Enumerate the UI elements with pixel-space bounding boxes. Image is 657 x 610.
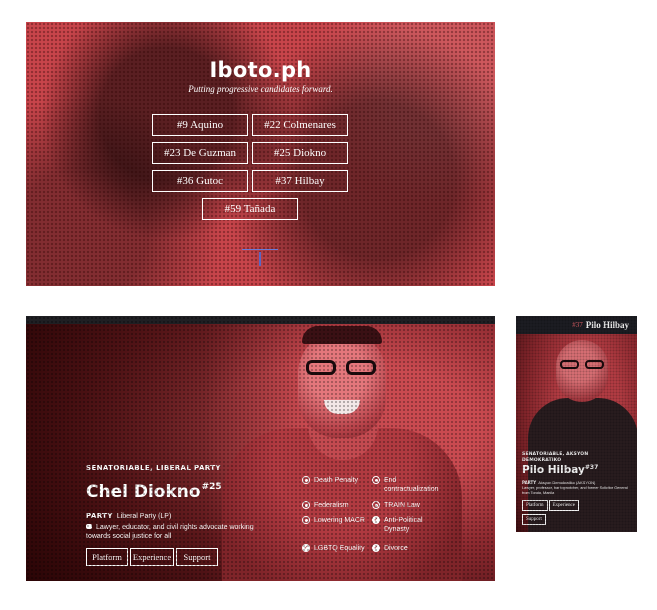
hero-section: Iboto.ph Putting progressive candidates … — [26, 22, 495, 286]
scroll-indicator-bar — [242, 249, 278, 250]
mobile-tab-experience[interactable]: Experience — [548, 500, 579, 511]
issue-label: LGBTQ Equality — [314, 545, 365, 552]
candidate-description-text: Lawyer, educator, and civil rights advoc… — [86, 524, 254, 540]
issue-label: Lowering MACR — [314, 517, 365, 524]
scroll-indicator-arrow-icon — [259, 252, 261, 266]
issue-death-penalty: Death Penalty — [302, 476, 372, 485]
candidate-button-gutoc[interactable]: #36 Gutoc — [152, 170, 248, 192]
tab-experience[interactable]: Experience — [130, 548, 174, 566]
check-icon: ✓ — [372, 516, 380, 524]
issue-label: End contractualization — [384, 477, 439, 493]
issue-end-contractualization: End contractualization — [372, 476, 438, 494]
mobile-party-label: PARTY — [522, 480, 537, 485]
for-icon — [372, 501, 380, 509]
mobile-photo-glasses-shape — [560, 360, 606, 370]
candidate-button-de-guzman[interactable]: #23 De Guzman — [152, 142, 248, 164]
glasses-lens-left — [306, 360, 336, 375]
check-icon: ✓ — [302, 544, 310, 552]
issue-divorce: ✓ Divorce — [372, 544, 438, 553]
issue-label: Divorce — [384, 545, 408, 552]
glasses-lens-right — [346, 360, 376, 375]
mobile-candidate-party: PARTY Aksyon Demokratiko (AKSYON) — [522, 480, 595, 485]
candidate-button-tanada[interactable]: #59 Tañada — [202, 198, 298, 220]
candidate-button-diokno[interactable]: #25 Diokno — [252, 142, 348, 164]
against-icon — [302, 501, 310, 509]
candidate-button-hilbay[interactable]: #37 Hilbay — [252, 170, 348, 192]
tab-platform[interactable]: Platform — [86, 548, 128, 566]
mobile-header-name[interactable]: Pilo Hilbay — [586, 320, 629, 330]
party-value: Liberal Party (LP) — [116, 513, 172, 520]
candidate-number: #25 — [201, 482, 222, 492]
issue-label: Death Penalty — [314, 477, 358, 484]
mobile-glasses-lens-right — [585, 360, 604, 369]
candidate-name: Chel Diokno#25 — [86, 482, 222, 502]
mobile-candidate-description: Lawyer, professor, bar topnotcher, and f… — [522, 486, 628, 495]
site-tagline: Putting progressive candidates forward. — [188, 84, 333, 94]
speech-bubble-icon — [86, 524, 92, 529]
candidate-button-aquino[interactable]: #9 Aquino — [152, 114, 248, 136]
mobile-candidate-kicker: SENATORIABLE, AKSYON DEMOKRATIKO — [522, 452, 589, 463]
check-icon: ✓ — [372, 544, 380, 552]
site-title[interactable]: Iboto.ph — [26, 58, 495, 82]
mobile-candidate-name: Pilo Hilbay#37 — [522, 464, 598, 476]
mobile-candidate-name-text: Pilo Hilbay — [522, 464, 585, 476]
candidate-party: PARTY Liberal Party (LP) — [86, 512, 171, 520]
photo-hair-shape — [302, 326, 382, 344]
issue-lgbtq-equality: ✓ LGBTQ Equality — [302, 544, 372, 553]
mobile-header-number: #37 — [572, 321, 583, 329]
candidate-button-colmenares[interactable]: #22 Colmenares — [252, 114, 348, 136]
scroll-down-indicator[interactable] — [242, 244, 278, 268]
tab-support[interactable]: Support — [176, 548, 218, 566]
issue-label: TRAIN Law — [384, 502, 420, 509]
top-nav-bar — [26, 316, 495, 324]
against-icon — [302, 516, 310, 524]
mobile-tab-platform[interactable]: Platform — [522, 500, 548, 511]
issue-federalism: Federalism — [302, 501, 372, 510]
mobile-tab-support[interactable]: Support — [522, 514, 546, 525]
party-label: PARTY — [86, 512, 113, 520]
photo-head-shape — [298, 330, 386, 438]
candidate-kicker: SENATORIABLE, LIBERAL PARTY — [86, 464, 221, 472]
against-icon — [302, 476, 310, 484]
photo-glasses-shape — [306, 360, 380, 376]
candidate-description: Lawyer, educator, and civil rights advoc… — [86, 523, 261, 541]
candidate-tabs: Platform Experience Support — [86, 548, 218, 566]
issue-anti-political-dynasty: ✓ Anti-Political Dynasty — [372, 516, 432, 534]
mobile-header-bar: #37 Pilo Hilbay — [516, 316, 637, 334]
mobile-candidate-tabs: Platform Experience Support — [522, 500, 602, 527]
mobile-glasses-lens-left — [560, 360, 579, 369]
issue-label: Federalism — [314, 502, 349, 509]
mobile-photo-head-shape — [556, 340, 608, 402]
issue-train-law: TRAIN Law — [372, 501, 438, 510]
mobile-candidate-number: #37 — [584, 464, 599, 471]
candidate-profile-mobile: #37 Pilo Hilbay SENATORIABLE, AKSYON DEM… — [516, 316, 637, 532]
candidate-name-text: Chel Diokno — [86, 482, 201, 502]
candidate-photo — [212, 324, 462, 581]
issue-label: Anti-Political Dynasty — [384, 517, 423, 533]
mobile-party-value: Aksyon Demokratiko (AKSYON) — [538, 480, 596, 485]
for-icon — [372, 476, 380, 484]
issue-lowering-macr: Lowering MACR — [302, 516, 372, 525]
candidate-profile-desktop: SENATORIABLE, LIBERAL PARTY Chel Diokno#… — [26, 316, 495, 581]
